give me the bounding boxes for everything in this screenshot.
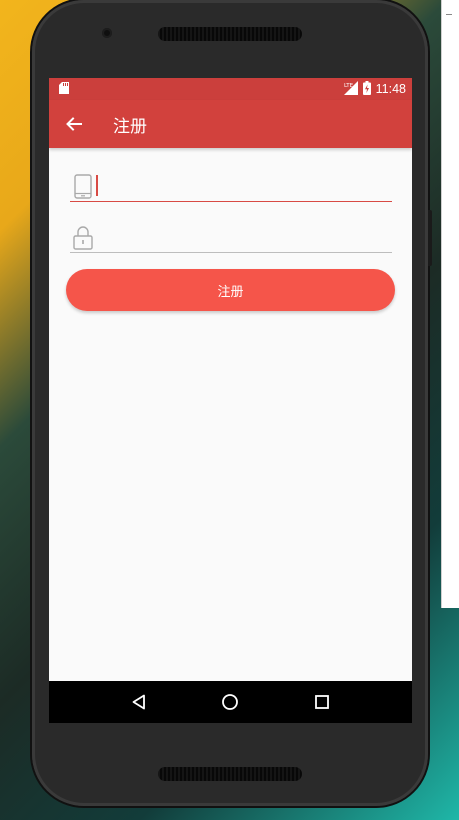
sd-card-icon (59, 81, 70, 97)
lock-icon (72, 225, 94, 251)
front-camera (102, 28, 112, 38)
nav-home-button[interactable] (215, 687, 245, 717)
phone-icon (72, 174, 94, 200)
nav-back-button[interactable] (124, 687, 154, 717)
top-speaker-grille (158, 27, 302, 41)
nav-back-icon (132, 694, 145, 710)
register-button[interactable]: 注册 (66, 269, 395, 311)
password-field (70, 223, 392, 253)
arrow-back-icon (66, 117, 82, 131)
text-caret (96, 175, 98, 196)
system-nav-bar (49, 681, 412, 723)
nav-recents-icon (315, 695, 330, 709)
nav-home-icon (222, 694, 239, 710)
battery-charging-icon (362, 80, 371, 98)
background-window (441, 0, 459, 608)
password-input[interactable] (96, 224, 392, 251)
page-title: 注册 (113, 116, 147, 137)
app-toolbar: 注册 (49, 100, 412, 148)
lte-label: LTE (344, 83, 354, 89)
back-button[interactable] (63, 113, 85, 135)
nav-recents-button[interactable] (307, 687, 337, 717)
phone-field (70, 172, 392, 202)
power-button[interactable] (428, 210, 432, 266)
lte-signal-icon: LTE (343, 80, 358, 98)
bottom-speaker-grille (158, 767, 302, 781)
app-screen: LTE 11:48 注册 注册 (49, 78, 412, 723)
register-form: 注册 (49, 148, 412, 311)
phone-input[interactable] (96, 173, 392, 200)
status-time: 11:48 (375, 82, 406, 96)
status-bar: LTE 11:48 (49, 78, 412, 100)
phone-frame: LTE 11:48 注册 注册 (32, 0, 432, 806)
